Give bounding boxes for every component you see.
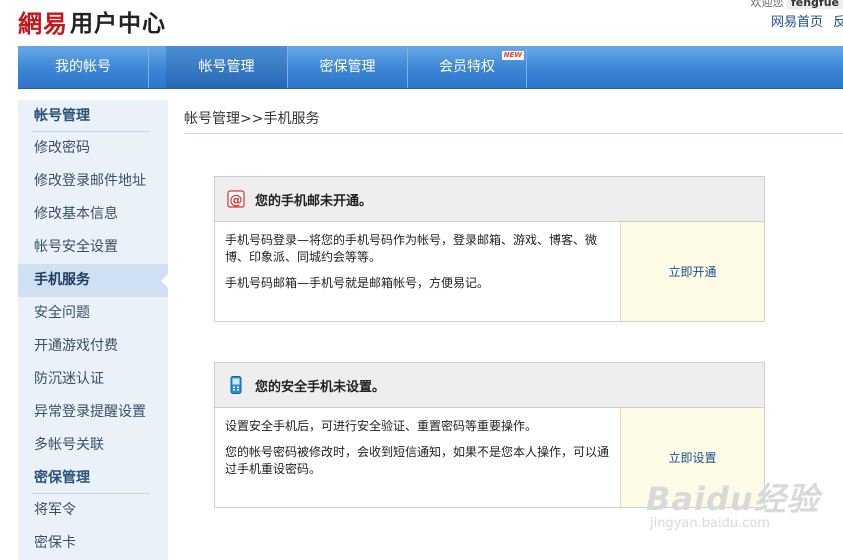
card-description: 手机号码登录—将您的手机号码作为帐号，登录邮箱、游戏、博客、微博、印象派、同城约…: [225, 233, 598, 264]
watermark-main: Baidu经验: [646, 480, 820, 518]
card-header: @ 您的手机邮未开通。: [215, 177, 764, 222]
logo-brand: 網易: [18, 8, 68, 38]
baidu-watermark: Baidu经验 jingyan.baidu.com: [646, 474, 820, 531]
top-links: 网易首页 反: [771, 11, 843, 30]
svg-text:@: @: [230, 193, 243, 208]
activate-now-link[interactable]: 立即开通: [621, 222, 764, 321]
card-description: 设置安全手机后，可进行安全验证、重置密码等重要操作。: [225, 419, 538, 433]
nav-security-manage[interactable]: 密保管理: [288, 46, 408, 88]
logo[interactable]: 網易 用户中心: [18, 6, 166, 38]
sidebar-item-multi-account[interactable]: 多帐号关联: [18, 429, 168, 462]
mobile-mail-card: @ 您的手机邮未开通。 手机号码登录—将您的手机号码作为帐号，登录邮箱、游戏、博…: [214, 176, 765, 322]
sidebar-item-token[interactable]: 将军令: [18, 494, 168, 527]
user-prefix: 欢迎您: [750, 0, 784, 9]
sidebar-section-security: 密保管理: [18, 462, 168, 494]
mobile-phone-icon: [227, 376, 245, 394]
breadcrumb-divider: [184, 133, 843, 134]
nav-member-privilege[interactable]: 会员特权 NEW: [408, 46, 527, 88]
nav-account-manage[interactable]: 帐号管理: [166, 46, 288, 88]
page-title: 用户中心: [70, 11, 166, 37]
nav-member-privilege-label: 会员特权: [439, 59, 495, 75]
user-name[interactable]: fengfue: [786, 0, 843, 9]
card-description: 您的帐号密码被修改时，会收到短信通知，如果不是您本人操作，可以通过手机重设密码。: [225, 445, 610, 476]
sidebar-item-game-payment[interactable]: 开通游戏付费: [18, 330, 168, 363]
card-title: 您的手机邮未开通。: [255, 193, 373, 209]
feedback-link[interactable]: 反: [833, 15, 843, 30]
nav-my-account[interactable]: 我的帐号: [18, 46, 149, 88]
sidebar: 帐号管理 修改密码 修改登录邮件地址 修改基本信息 帐号安全设置 手机服务 安全…: [18, 100, 169, 560]
sidebar-item-anti-addiction[interactable]: 防沉迷认证: [18, 363, 168, 396]
card-header: 您的安全手机未设置。: [215, 363, 764, 408]
home-link[interactable]: 网易首页: [771, 15, 823, 30]
sidebar-item-security-question[interactable]: 安全问题: [18, 297, 168, 330]
new-badge: NEW: [501, 51, 524, 60]
card-description: 手机号码邮箱—手机号就是邮箱帐号，方便易记。: [225, 276, 490, 290]
user-info: 欢迎您 fengfue: [750, 0, 843, 10]
sidebar-item-mobile-service[interactable]: 手机服务: [18, 264, 169, 297]
at-mail-icon: @: [227, 190, 245, 208]
sidebar-item-change-password[interactable]: 修改密码: [18, 132, 168, 165]
sidebar-item-basic-info[interactable]: 修改基本信息: [18, 198, 168, 231]
sidebar-item-login-alert[interactable]: 异常登录提醒设置: [18, 396, 168, 429]
sidebar-item-change-login-email[interactable]: 修改登录邮件地址: [18, 165, 168, 198]
main-nav: 我的帐号 帐号管理 密保管理 会员特权 NEW: [18, 46, 843, 89]
breadcrumb: 帐号管理>>手机服务: [184, 111, 320, 127]
sidebar-item-security-card[interactable]: 密保卡: [18, 527, 168, 560]
sidebar-section-account: 帐号管理: [18, 100, 168, 132]
sidebar-item-account-security[interactable]: 帐号安全设置: [18, 231, 168, 264]
card-title: 您的安全手机未设置。: [255, 379, 386, 395]
